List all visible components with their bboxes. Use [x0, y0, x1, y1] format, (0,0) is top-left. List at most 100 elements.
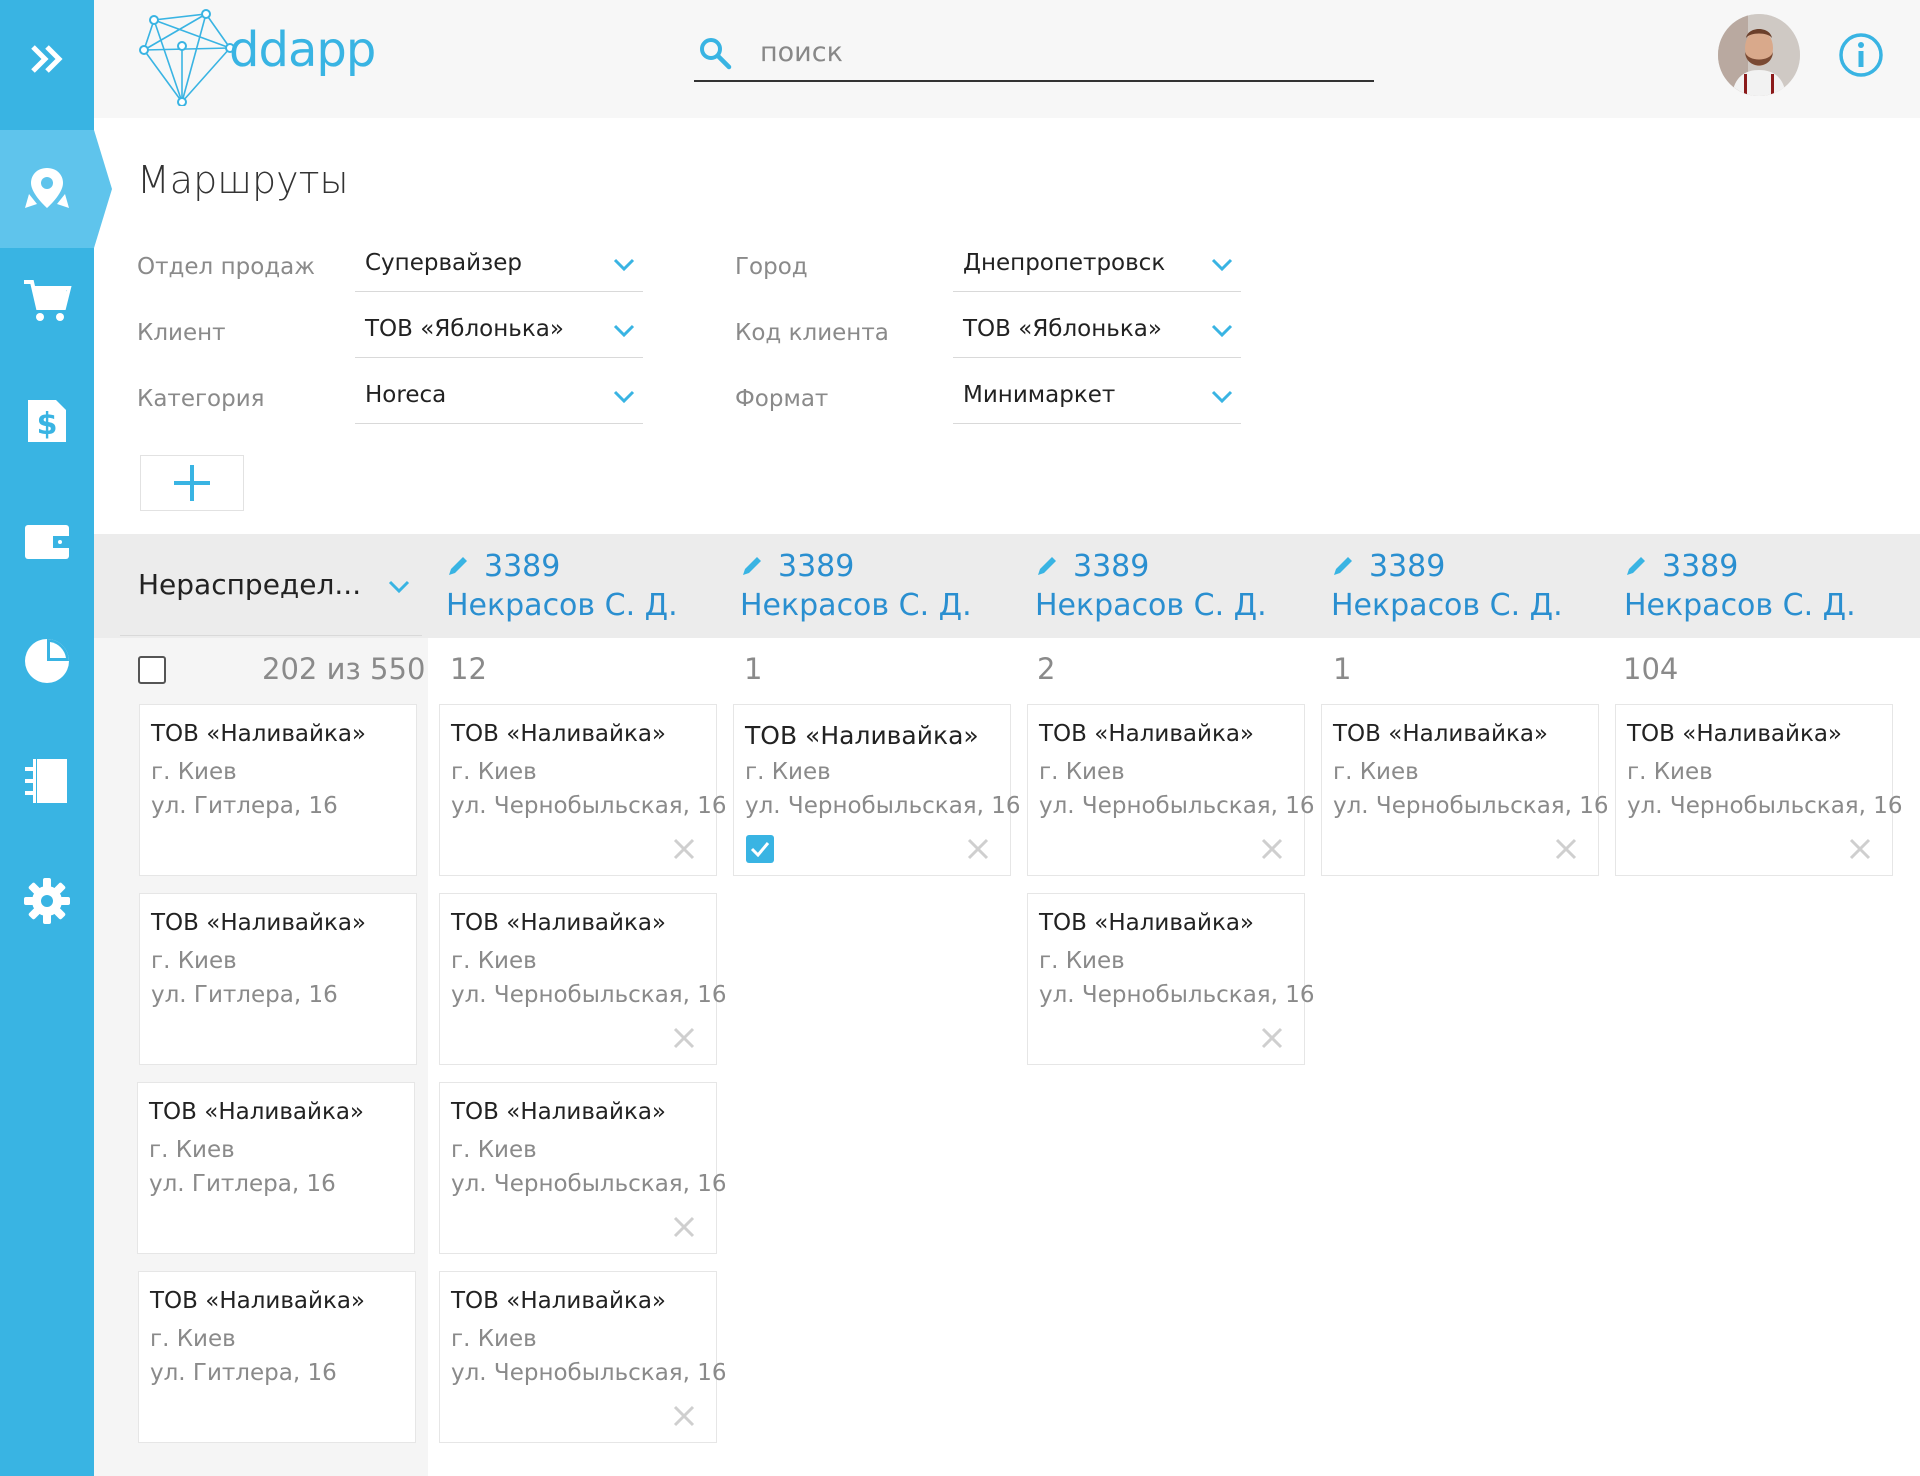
- filter-select-city[interactable]: Днепропетровск: [953, 240, 1241, 292]
- client-card[interactable]: ТОВ «Наливайка» г. Киев ул. Гитлера, 16: [138, 1271, 416, 1443]
- client-card[interactable]: ТОВ «Наливайка» г. Киев ул. Чернобыльска…: [1615, 704, 1903, 876]
- filter-value: Horeca: [365, 382, 447, 408]
- avatar[interactable]: [1718, 14, 1800, 96]
- search-input[interactable]: [760, 32, 1360, 72]
- client-card[interactable]: ТОВ «Наливайка» г. Киев ул. Чернобыльска…: [1321, 704, 1609, 876]
- route-column-header[interactable]: 3389 Некрасов С. Д.: [740, 546, 1000, 624]
- close-icon[interactable]: [1848, 837, 1872, 861]
- filter-select-sales-dept[interactable]: Супервайзер: [355, 240, 643, 292]
- unassigned-select-value: Нераспредел...: [138, 568, 362, 601]
- close-icon[interactable]: [1260, 837, 1284, 861]
- close-icon[interactable]: [1554, 837, 1578, 861]
- close-icon[interactable]: [672, 1215, 696, 1239]
- route-column-header[interactable]: 3389 Некрасов С. Д.: [1331, 546, 1591, 624]
- client-city: г. Киев: [149, 1137, 235, 1163]
- client-name: ТОВ «Наливайка»: [1333, 721, 1549, 747]
- add-filter-button[interactable]: [140, 455, 244, 511]
- client-card[interactable]: ТОВ «Наливайка» г. Киев ул. Гитлера, 16: [137, 1082, 415, 1254]
- route-column-header[interactable]: 3389 Некрасов С. Д.: [1624, 546, 1884, 624]
- client-card[interactable]: ТОВ «Наливайка» г. Киев ул. Гитлера, 16: [139, 893, 417, 1065]
- filter-select-format[interactable]: Минимаркет: [953, 372, 1241, 424]
- client-address: ул. Гитлера, 16: [151, 982, 338, 1008]
- filter-select-category[interactable]: Horeca: [355, 372, 643, 424]
- client-address: ул. Чернобыльская, 16: [1333, 793, 1609, 819]
- sidebar-item-catalog[interactable]: [0, 722, 94, 840]
- sidebar: $: [0, 0, 112, 1476]
- sidebar-item-finance[interactable]: $: [0, 362, 94, 480]
- client-city: г. Киев: [451, 1137, 537, 1163]
- route-column-header[interactable]: 3389 Некрасов С. Д.: [446, 546, 706, 624]
- close-icon[interactable]: [672, 837, 696, 861]
- filter-label-sales-dept: Отдел продаж: [137, 254, 315, 280]
- client-address: ул. Гитлера, 16: [151, 793, 338, 819]
- client-name: ТОВ «Наливайка»: [451, 910, 667, 936]
- chevron-down-icon: [613, 258, 635, 272]
- search-bar: [694, 26, 1374, 82]
- chevron-down-icon: [1211, 324, 1233, 338]
- pie-chart-icon: [25, 639, 69, 683]
- info-icon[interactable]: [1838, 32, 1884, 78]
- top-header: ddapp: [94, 0, 1920, 118]
- chevron-down-icon: [1211, 258, 1233, 272]
- pencil-icon[interactable]: [1035, 554, 1059, 578]
- chevron-down-icon: [613, 390, 635, 404]
- client-card[interactable]: ТОВ «Наливайка» г. Киев ул. Гитлера, 16: [139, 704, 417, 876]
- column-count: 104: [1623, 652, 1679, 686]
- catalog-icon: [25, 759, 67, 803]
- map-pin-icon: [25, 168, 69, 208]
- svg-text:$: $: [37, 407, 58, 442]
- app-logo[interactable]: ddapp: [134, 6, 376, 108]
- pencil-icon[interactable]: [1624, 554, 1648, 578]
- route-agent-name: Некрасов С. Д.: [740, 588, 972, 623]
- pencil-icon[interactable]: [1331, 554, 1355, 578]
- card-checkbox[interactable]: [746, 835, 774, 863]
- filter-select-client[interactable]: ТОВ «Яблонька»: [355, 306, 643, 358]
- client-card[interactable]: ТОВ «Наливайка» г. Киев ул. Чернобыльска…: [733, 704, 1021, 876]
- plus-icon: [174, 465, 210, 501]
- sidebar-item-wallet[interactable]: [0, 482, 94, 600]
- client-city: г. Киев: [151, 948, 237, 974]
- client-address: ул. Гитлера, 16: [149, 1171, 336, 1197]
- client-city: г. Киев: [451, 1326, 537, 1352]
- client-name: ТОВ «Наливайка»: [745, 721, 979, 750]
- client-name: ТОВ «Наливайка»: [150, 1288, 366, 1314]
- pencil-icon[interactable]: [446, 554, 470, 578]
- client-address: ул. Чернобыльская, 16: [745, 793, 1021, 819]
- checkmark-icon: [750, 842, 770, 857]
- client-card[interactable]: ТОВ «Наливайка» г. Киев ул. Чернобыльска…: [439, 893, 727, 1065]
- close-icon[interactable]: [966, 837, 990, 861]
- client-card[interactable]: ТОВ «Наливайка» г. Киев ул. Чернобыльска…: [1027, 893, 1315, 1065]
- client-city: г. Киев: [1333, 759, 1419, 785]
- select-all-checkbox[interactable]: [138, 656, 166, 684]
- sidebar-item-reports[interactable]: [0, 602, 94, 720]
- expand-icon: [31, 45, 63, 73]
- unassigned-count: 202 из 550: [262, 652, 426, 686]
- pencil-icon[interactable]: [740, 554, 764, 578]
- client-card[interactable]: ТОВ «Наливайка» г. Киев ул. Чернобыльска…: [439, 1082, 727, 1254]
- client-name: ТОВ «Наливайка»: [451, 721, 667, 747]
- filter-value: Минимаркет: [963, 382, 1116, 408]
- logo-text: ddapp: [229, 22, 376, 78]
- close-icon[interactable]: [672, 1026, 696, 1050]
- client-address: ул. Чернобыльская, 16: [451, 1360, 727, 1386]
- client-name: ТОВ «Наливайка»: [1627, 721, 1843, 747]
- sidebar-item-orders[interactable]: [0, 242, 94, 360]
- client-city: г. Киев: [1627, 759, 1713, 785]
- sidebar-item-routes[interactable]: [0, 130, 112, 248]
- unassigned-select[interactable]: Нераспредел...: [120, 540, 422, 636]
- close-icon[interactable]: [1260, 1026, 1284, 1050]
- route-column-header[interactable]: 3389 Некрасов С. Д.: [1035, 546, 1295, 624]
- filter-value: ТОВ «Яблонька»: [365, 316, 564, 342]
- client-card[interactable]: ТОВ «Наливайка» г. Киев ул. Чернобыльска…: [439, 1271, 727, 1443]
- sidebar-item-settings[interactable]: [0, 842, 94, 960]
- client-address: ул. Чернобыльская, 16: [451, 793, 727, 819]
- filter-select-client-code[interactable]: ТОВ «Яблонька»: [953, 306, 1241, 358]
- close-icon[interactable]: [672, 1404, 696, 1428]
- client-card[interactable]: ТОВ «Наливайка» г. Киев ул. Чернобыльска…: [1027, 704, 1315, 876]
- client-card[interactable]: ТОВ «Наливайка» г. Киев ул. Чернобыльска…: [439, 704, 727, 876]
- filter-value: ТОВ «Яблонька»: [963, 316, 1162, 342]
- sidebar-expand-button[interactable]: [0, 0, 94, 118]
- search-icon[interactable]: [698, 36, 732, 70]
- client-city: г. Киев: [1039, 759, 1125, 785]
- route-code: 3389: [1073, 548, 1150, 584]
